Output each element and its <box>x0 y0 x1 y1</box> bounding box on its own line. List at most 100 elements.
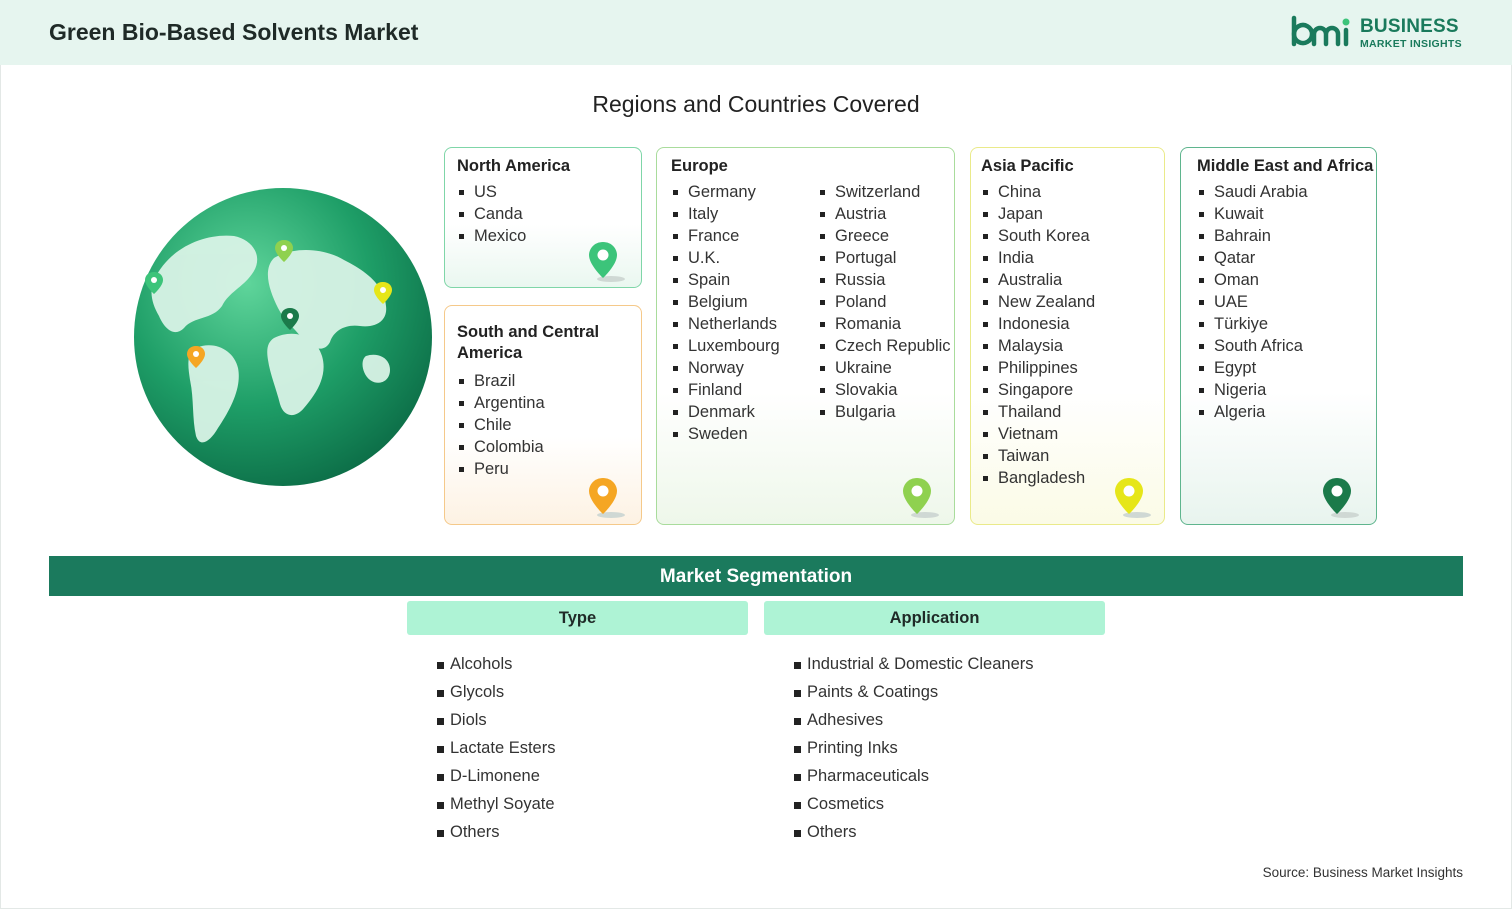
country-item: India <box>981 247 1095 269</box>
country-item: Philippines <box>981 357 1095 379</box>
country-item: Bahrain <box>1197 225 1308 247</box>
segment-item: Adhesives <box>794 706 1034 734</box>
regions-title: Regions and Countries Covered <box>592 91 920 117</box>
country-item: Chile <box>457 414 545 436</box>
location-pin-icon <box>589 242 625 282</box>
region-card-asia-pacific: Asia Pacific China Japan South Korea Ind… <box>970 147 1165 525</box>
segment-item: Diols <box>437 706 555 734</box>
country-item: Qatar <box>1197 247 1308 269</box>
country-item: Bangladesh <box>981 467 1095 489</box>
country-item: Portugal <box>818 247 951 269</box>
segment-item: Pharmaceuticals <box>794 762 1034 790</box>
country-item: France <box>671 225 780 247</box>
country-item: Greece <box>818 225 951 247</box>
segment-item: Printing Inks <box>794 734 1034 762</box>
logo-text-business: BUSINESS <box>1360 16 1459 37</box>
segment-header-type: Type <box>407 601 748 635</box>
market-segmentation-title: Market Segmentation <box>659 566 853 587</box>
country-item: South Africa <box>1197 335 1308 357</box>
segment-item: Industrial & Domestic Cleaners <box>794 650 1034 678</box>
country-item: US <box>457 181 526 203</box>
country-item: Algeria <box>1197 401 1308 423</box>
country-item: Brazil <box>457 370 545 392</box>
segment-item: Others <box>437 818 555 846</box>
logo-text-market-insights: MARKET INSIGHTS <box>1360 38 1462 50</box>
location-pin-icon <box>903 478 939 518</box>
segment-list-application: Industrial & Domestic Cleaners Paints & … <box>794 650 1034 846</box>
country-item: Nigeria <box>1197 379 1308 401</box>
segment-item: Others <box>794 818 1034 846</box>
country-item: U.K. <box>671 247 780 269</box>
country-item: Kuwait <box>1197 203 1308 225</box>
segment-item: Cosmetics <box>794 790 1034 818</box>
country-item: Australia <box>981 269 1095 291</box>
globe-icon <box>134 188 432 486</box>
region-card-europe: Europe Germany Italy France U.K. Spain B… <box>656 147 955 525</box>
segment-item: Lactate Esters <box>437 734 555 762</box>
country-item: Belgium <box>671 291 780 313</box>
segment-header-application: Application <box>764 601 1105 635</box>
country-item: Türkiye <box>1197 313 1308 335</box>
country-item: Ukraine <box>818 357 951 379</box>
segment-list-type: Alcohols Glycols Diols Lactate Esters D-… <box>437 650 555 846</box>
country-item: Oman <box>1197 269 1308 291</box>
country-item: Switzerland <box>818 181 951 203</box>
page-title: Green Bio-Based Solvents Market <box>49 19 419 45</box>
country-item: Bulgaria <box>818 401 951 423</box>
segment-item: Paints & Coatings <box>794 678 1034 706</box>
country-item: UAE <box>1197 291 1308 313</box>
country-item: New Zealand <box>981 291 1095 313</box>
country-item: Sweden <box>671 423 780 445</box>
country-item: Vietnam <box>981 423 1095 445</box>
country-item: Indonesia <box>981 313 1095 335</box>
country-item: Slovakia <box>818 379 951 401</box>
country-item: Japan <box>981 203 1095 225</box>
location-pin-icon <box>1323 478 1359 518</box>
country-item: Canda <box>457 203 526 225</box>
region-title-europe: Europe <box>671 157 728 175</box>
segment-item: D-Limonene <box>437 762 555 790</box>
country-item: Spain <box>671 269 780 291</box>
region-card-north-america: North America US Canda Mexico <box>444 147 642 288</box>
country-item: Egypt <box>1197 357 1308 379</box>
country-item: Peru <box>457 458 545 480</box>
country-item: Norway <box>671 357 780 379</box>
country-item: Argentina <box>457 392 545 414</box>
country-item: South Korea <box>981 225 1095 247</box>
region-card-middle-east-africa: Middle East and Africa Saudi Arabia Kuwa… <box>1180 147 1377 525</box>
country-item: Thailand <box>981 401 1095 423</box>
market-segmentation-bar: Market Segmentation <box>49 556 1463 596</box>
segment-item: Alcohols <box>437 650 555 678</box>
country-item: Taiwan <box>981 445 1095 467</box>
country-list-middle-east-africa: Saudi Arabia Kuwait Bahrain Qatar Oman U… <box>1197 181 1308 423</box>
source-note: Source: Business Market Insights <box>1262 865 1463 880</box>
location-pin-icon <box>589 478 625 518</box>
country-item: Denmark <box>671 401 780 423</box>
country-list-north-america: US Canda Mexico <box>457 181 526 247</box>
header-bar: Green Bio-Based Solvents Market BUSINESS… <box>0 0 1512 65</box>
country-item: Saudi Arabia <box>1197 181 1308 203</box>
country-item: Singapore <box>981 379 1095 401</box>
country-item: Finland <box>671 379 780 401</box>
country-item: Romania <box>818 313 951 335</box>
country-item: China <box>981 181 1095 203</box>
country-item: Austria <box>818 203 951 225</box>
segment-item: Glycols <box>437 678 555 706</box>
country-item: Czech Republic <box>818 335 951 357</box>
country-item: Mexico <box>457 225 526 247</box>
region-title-south-central-america: South and Central America <box>457 323 600 362</box>
company-logo: BUSINESS MARKET INSIGHTS <box>1290 14 1470 54</box>
country-item: Poland <box>818 291 951 313</box>
country-item: Netherlands <box>671 313 780 335</box>
country-item: Russia <box>818 269 951 291</box>
country-item: Luxembourg <box>671 335 780 357</box>
segment-item: Methyl Soyate <box>437 790 555 818</box>
location-pin-icon <box>1115 478 1151 518</box>
region-title-asia-pacific: Asia Pacific <box>981 157 1074 175</box>
country-item: Germany <box>671 181 780 203</box>
country-list-south-central-america: Brazil Argentina Chile Colombia Peru <box>457 370 545 480</box>
country-list-europe-col1: Germany Italy France U.K. Spain Belgium … <box>671 181 780 445</box>
country-list-europe-col2: Switzerland Austria Greece Portugal Russ… <box>818 181 951 423</box>
country-list-asia-pacific: China Japan South Korea India Australia … <box>981 181 1095 489</box>
country-item: Colombia <box>457 436 545 458</box>
